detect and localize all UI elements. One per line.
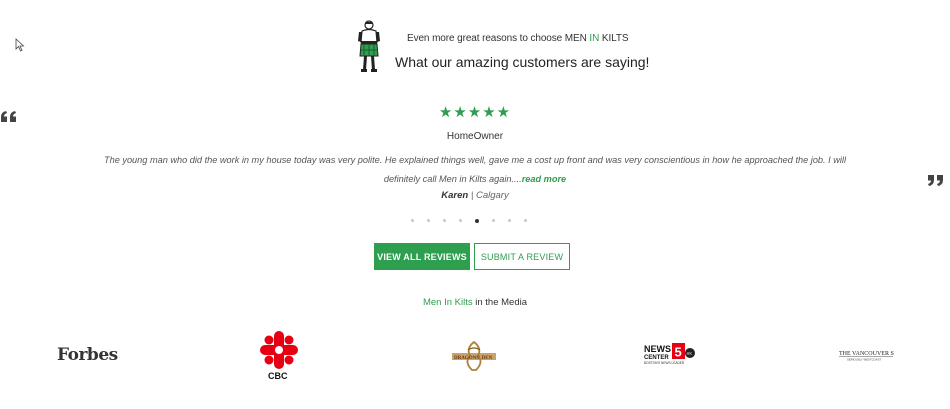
review-body: The young man who did the work in my hou… [103, 155, 847, 184]
vancouver-sun-logo[interactable]: THE VANCOUVER SUN SERIOUSLY WESTCOAST [838, 348, 894, 362]
news-center-5-logo[interactable]: NEWS CENTER 5 abc BOSTON'S NEWS LEADER [644, 343, 700, 367]
tagline-in-highlight: IN [589, 33, 600, 44]
cbc-logo-text: CBC [268, 371, 288, 381]
svg-text:THE VANCOUVER SUN: THE VANCOUVER SUN [839, 351, 894, 357]
svg-text:SERIOUSLY WESTCOAST: SERIOUSLY WESTCOAST [847, 358, 882, 362]
review-text: The young man who did the work in my hou… [85, 151, 865, 189]
submit-review-button[interactable]: SUBMIT A REVIEW [474, 243, 570, 270]
carousel-dots [411, 218, 527, 225]
author-name: Karen [441, 190, 469, 201]
star-rating: ★★★★★ [438, 103, 512, 121]
read-more-link[interactable]: read more [522, 174, 566, 184]
media-title: Men In Kilts in the Media [422, 297, 528, 308]
view-all-reviews-button[interactable]: VIEW ALL REVIEWS [374, 243, 470, 270]
testimonials-header: Even more great reasons to choose MEN IN… [0, 20, 950, 76]
review-author: Karen | Calgary [441, 190, 509, 201]
carousel-dot[interactable] [443, 219, 446, 222]
svg-text:DRAGONS' DEN: DRAGONS' DEN [454, 356, 493, 361]
media-title-brand: Men In Kilts [422, 297, 473, 308]
carousel-dot[interactable] [411, 219, 414, 222]
tagline: Even more great reasons to choose MEN IN… [407, 33, 629, 44]
carousel-dot[interactable] [508, 219, 511, 222]
carousel-dot[interactable] [524, 219, 527, 222]
carousel-dot[interactable] [492, 219, 495, 222]
svg-text:BOSTON'S NEWS LEADER: BOSTON'S NEWS LEADER [644, 361, 685, 365]
author-city: Calgary [475, 190, 509, 201]
reviewer-type: HomeOwner [446, 131, 504, 142]
svg-text:abc: abc [687, 352, 693, 356]
section-heading: What our amazing customers are saying! [395, 54, 650, 70]
quote-close-icon [928, 175, 943, 186]
carousel-dot[interactable] [459, 219, 462, 222]
svg-text:NEWS: NEWS [644, 344, 671, 354]
svg-text:5: 5 [675, 345, 682, 360]
forbes-logo[interactable]: Forbes [57, 345, 118, 365]
dragons-den-logo[interactable]: DRAGONS' DEN [446, 340, 502, 372]
carousel-dot[interactable] [475, 218, 479, 223]
carousel-dot[interactable] [427, 219, 430, 222]
kilt-man-logo-icon [358, 20, 380, 72]
